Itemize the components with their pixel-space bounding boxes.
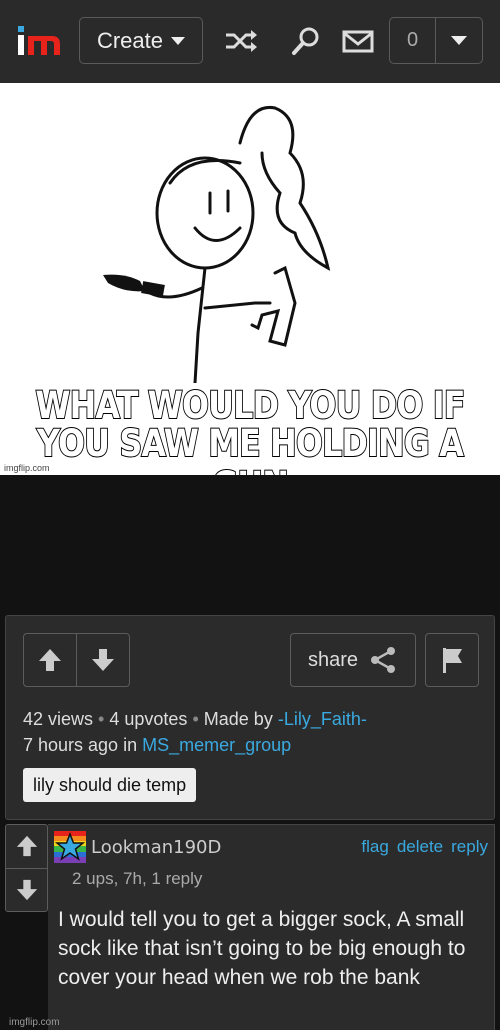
comment-reply-link[interactable]: reply — [451, 837, 488, 857]
meme-caption-top: WHAT WOULD YOU DO IF — [35, 384, 467, 428]
comment-username[interactable]: Lookman190D — [91, 837, 221, 858]
comment-actions: flag delete reply — [361, 837, 488, 857]
comment-flag-link[interactable]: flag — [361, 837, 388, 857]
top-navbar: Create 0 — [0, 0, 500, 83]
post-info-panel: share 42 views • 4 upvotes • Made by -Li… — [5, 615, 495, 820]
stream-link[interactable]: MS_memer_group — [142, 735, 291, 755]
create-button[interactable]: Create — [79, 17, 203, 64]
downvote-button[interactable] — [76, 634, 129, 686]
comment-vote-buttons — [5, 824, 48, 912]
mail-icon[interactable] — [340, 25, 376, 57]
comment: Lookman190D flag delete reply 2 ups, 7h,… — [5, 824, 495, 1030]
arrow-down-icon — [16, 879, 37, 900]
upvote-button[interactable] — [24, 634, 76, 686]
arrow-up-icon — [16, 836, 37, 857]
comment-upvote-button[interactable] — [6, 825, 47, 868]
share-button[interactable]: share — [290, 633, 416, 687]
separator-dot: • — [192, 709, 199, 729]
create-label: Create — [96, 27, 164, 53]
comment-downvote-button[interactable] — [6, 867, 47, 912]
dropdown-toggle[interactable] — [436, 18, 482, 63]
footer-watermark: imgflip.com — [9, 1017, 60, 1028]
flag-icon — [443, 648, 462, 673]
share-label: share — [307, 648, 359, 671]
comment-meta: 2 ups, 7h, 1 reply — [72, 869, 203, 888]
comment-body: Lookman190D flag delete reply 2 ups, 7h,… — [48, 824, 495, 1030]
meme-image: WHAT WOULD YOU DO IF YOU SAW ME HOLDING … — [0, 83, 500, 475]
stick-figure-drawing — [103, 105, 331, 383]
vote-buttons — [23, 633, 130, 687]
shuffle-icon[interactable] — [224, 25, 260, 57]
view-count: 42 views — [23, 709, 94, 729]
notifications-dropdown[interactable]: 0 — [389, 17, 483, 64]
comment-text: I would tell you to get a bigger sock, A… — [58, 908, 466, 989]
chevron-down-icon — [451, 36, 467, 45]
arrow-up-icon — [39, 649, 61, 671]
imgflip-logo[interactable] — [16, 24, 64, 58]
chevron-down-icon — [171, 36, 186, 45]
separator-dot: • — [98, 709, 105, 729]
post-tag[interactable]: lily should die temp — [23, 768, 197, 802]
imgflip-watermark: imgflip.com — [4, 463, 50, 473]
share-icon — [371, 647, 396, 673]
avatar[interactable] — [54, 831, 86, 863]
made-by-label: Made by — [203, 709, 273, 729]
author-link[interactable]: -Lily_Faith- — [278, 709, 367, 729]
upvote-count: 4 upvotes — [109, 709, 188, 729]
search-icon[interactable] — [288, 25, 324, 57]
arrow-down-icon — [92, 649, 114, 671]
post-stats: 42 views • 4 upvotes • Made by -Lily_Fai… — [23, 706, 367, 758]
meme-caption-bottom: YOU SAW ME HOLDING A GUN — [36, 422, 465, 476]
notification-count: 0 — [390, 18, 436, 63]
comment-delete-link[interactable]: delete — [397, 837, 443, 857]
post-time: 7 hours ago in — [23, 735, 138, 755]
flag-button[interactable] — [425, 633, 479, 687]
